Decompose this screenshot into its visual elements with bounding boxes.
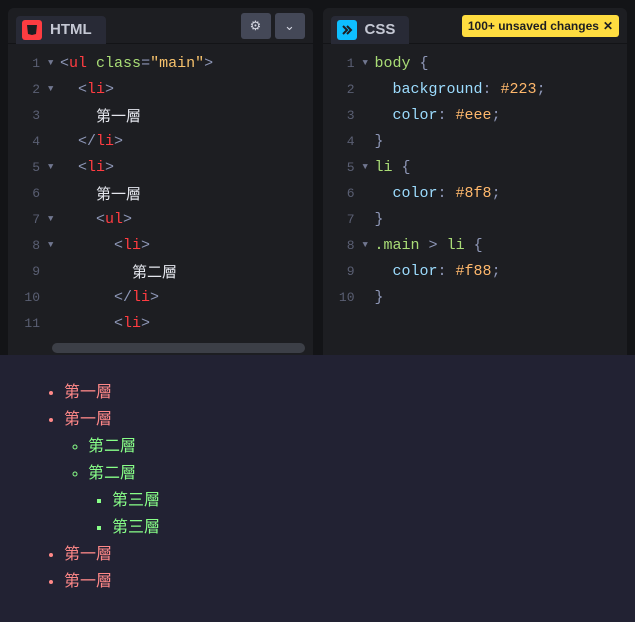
unsaved-changes-badge: 100+ unsaved changes ✕ [462, 15, 619, 37]
code-line[interactable]: 9第二層 [8, 258, 313, 284]
code-line[interactable]: 1▼body { [323, 50, 628, 76]
chevron-down-icon: ⌄ [284, 18, 295, 34]
settings-button[interactable]: ⚙ [241, 13, 271, 39]
list-item-label: 第二層 [88, 465, 136, 482]
tab-html[interactable]: HTML [16, 16, 106, 44]
code-line[interactable]: 7▼<ul> [8, 206, 313, 232]
list-item: 第一層 [64, 378, 615, 402]
code-line[interactable]: 2background: #223; [323, 76, 628, 102]
code-line[interactable]: 4} [323, 128, 628, 154]
list-item: 第二層 第三層 第三層 [88, 459, 615, 537]
code-line[interactable]: 11<li> [8, 310, 313, 336]
code-line[interactable]: 4</li> [8, 128, 313, 154]
editor-panels: HTML ⚙ ⌄ 1▼<ul class="main">2▼<li>3第一層4<… [0, 0, 635, 355]
panel-title-css: CSS [365, 21, 396, 38]
css-badge-icon [337, 20, 357, 40]
code-line[interactable]: 5▼li { [323, 154, 628, 180]
close-icon[interactable]: ✕ [603, 19, 613, 33]
list-item-label: 第一層 [64, 411, 112, 428]
html-badge-icon [22, 20, 42, 40]
code-line[interactable]: 8▼<li> [8, 232, 313, 258]
editor-html[interactable]: 1▼<ul class="main">2▼<li>3第一層4</li>5▼<li… [8, 44, 313, 355]
gear-icon: ⚙ [250, 18, 262, 34]
preview-list: 第一層 第一層 第二層 第二層 第三層 第三層 第一層 第一層 [40, 378, 615, 591]
code-line[interactable]: 9color: #f88; [323, 258, 628, 284]
panel-title-html: HTML [50, 21, 92, 38]
code-line[interactable]: 3color: #eee; [323, 102, 628, 128]
code-line[interactable]: 1▼<ul class="main"> [8, 50, 313, 76]
list-item: 第一層 [64, 567, 615, 591]
dropdown-button[interactable]: ⌄ [275, 13, 305, 39]
panel-html: HTML ⚙ ⌄ 1▼<ul class="main">2▼<li>3第一層4<… [8, 8, 313, 355]
list-item: 第一層 [64, 540, 615, 564]
list-item: 第三層 [112, 486, 615, 510]
tab-css[interactable]: CSS [331, 16, 410, 44]
code-line[interactable]: 10</li> [8, 284, 313, 310]
code-line[interactable]: 5▼<li> [8, 154, 313, 180]
horizontal-scrollbar[interactable] [52, 343, 305, 353]
editor-css[interactable]: 1▼body {2background: #223;3color: #eee;4… [323, 44, 628, 355]
list-item: 第二層 [88, 432, 615, 456]
panel-css: CSS 100+ unsaved changes ✕ 1▼body {2back… [323, 8, 628, 355]
panel-header-css: CSS 100+ unsaved changes ✕ [323, 8, 628, 44]
code-line[interactable]: 10} [323, 284, 628, 310]
list-item: 第一層 第二層 第二層 第三層 第三層 [64, 405, 615, 537]
code-line[interactable]: 3第一層 [8, 102, 313, 128]
list-item: 第三層 [112, 513, 615, 537]
preview-pane: 第一層 第一層 第二層 第二層 第三層 第三層 第一層 第一層 [0, 355, 635, 622]
code-line[interactable]: 7} [323, 206, 628, 232]
unsaved-changes-label: 100+ unsaved changes [468, 19, 599, 33]
code-line[interactable]: 8▼.main > li { [323, 232, 628, 258]
code-line[interactable]: 2▼<li> [8, 76, 313, 102]
code-line[interactable]: 6color: #8f8; [323, 180, 628, 206]
panel-header-html: HTML ⚙ ⌄ [8, 8, 313, 44]
code-line[interactable]: 6第一層 [8, 180, 313, 206]
